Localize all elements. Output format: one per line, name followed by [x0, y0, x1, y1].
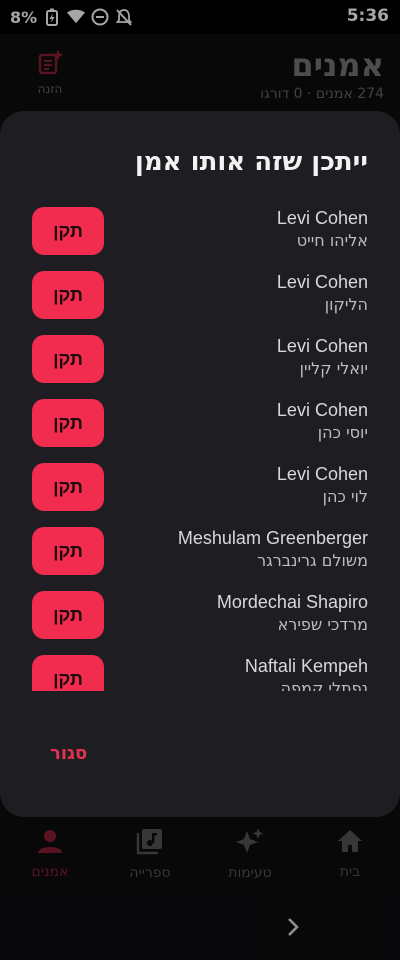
list-item: Levi Cohen הליקון תקן [0, 261, 400, 325]
fix-button[interactable]: תקן [32, 207, 104, 255]
artist-hebrew-name: יואלי קליין [299, 359, 368, 378]
fix-button[interactable]: תקן [32, 271, 104, 319]
fix-button[interactable]: תקן [32, 527, 104, 575]
artist-hebrew-name: לוי כהן [322, 487, 368, 506]
artist-hebrew-name: אליהו חייט [296, 231, 368, 250]
artist-name: Levi Cohen [276, 464, 368, 484]
artist-name: Levi Cohen [276, 400, 368, 420]
fix-button[interactable]: תקן [32, 591, 104, 639]
artist-hebrew-name: מרדכי שפירא [277, 615, 368, 634]
list-item: Mordechai Shapiro מרדכי שפירא תקן [0, 581, 400, 645]
artist-name: Mordechai Shapiro [216, 592, 368, 612]
fix-button[interactable]: תקן [32, 399, 104, 447]
fix-button[interactable]: תקן [32, 655, 104, 691]
list-item: Levi Cohen יוסי כהן תקן [0, 389, 400, 453]
dialog-title: ייתכן שזה אותו אמן [134, 147, 368, 177]
duplicate-artist-dialog: ייתכן שזה אותו אמן Levi Cohen אליהו חייט… [0, 111, 400, 817]
artist-hebrew-name: הליקון [324, 295, 368, 314]
duplicate-list[interactable]: Levi Cohen אליהו חייט תקן Levi Cohen הלי… [0, 197, 400, 691]
list-item: Levi Cohen אליהו חייט תקן [0, 197, 400, 261]
fix-button[interactable]: תקן [32, 335, 104, 383]
artist-hebrew-name: נפתלי קמפה [280, 679, 368, 691]
list-item: Meshulam Greenberger משולם גרינברגר תקן [0, 517, 400, 581]
artist-name: Levi Cohen [276, 208, 368, 228]
list-item: Levi Cohen יואלי קליין תקן [0, 325, 400, 389]
fix-button[interactable]: תקן [32, 463, 104, 511]
artist-name: Naftali Kempeh [244, 656, 368, 676]
close-button[interactable]: סגור [50, 743, 87, 764]
list-item: Naftali Kempeh נפתלי קמפה תקן [0, 645, 400, 691]
artist-name: Meshulam Greenberger [177, 528, 368, 548]
artist-hebrew-name: משולם גרינברגר [257, 551, 368, 570]
artist-name: Levi Cohen [276, 272, 368, 292]
artist-name: Levi Cohen [276, 336, 368, 356]
artist-hebrew-name: יוסי כהן [317, 423, 368, 442]
list-item: Levi Cohen לוי כהן תקן [0, 453, 400, 517]
